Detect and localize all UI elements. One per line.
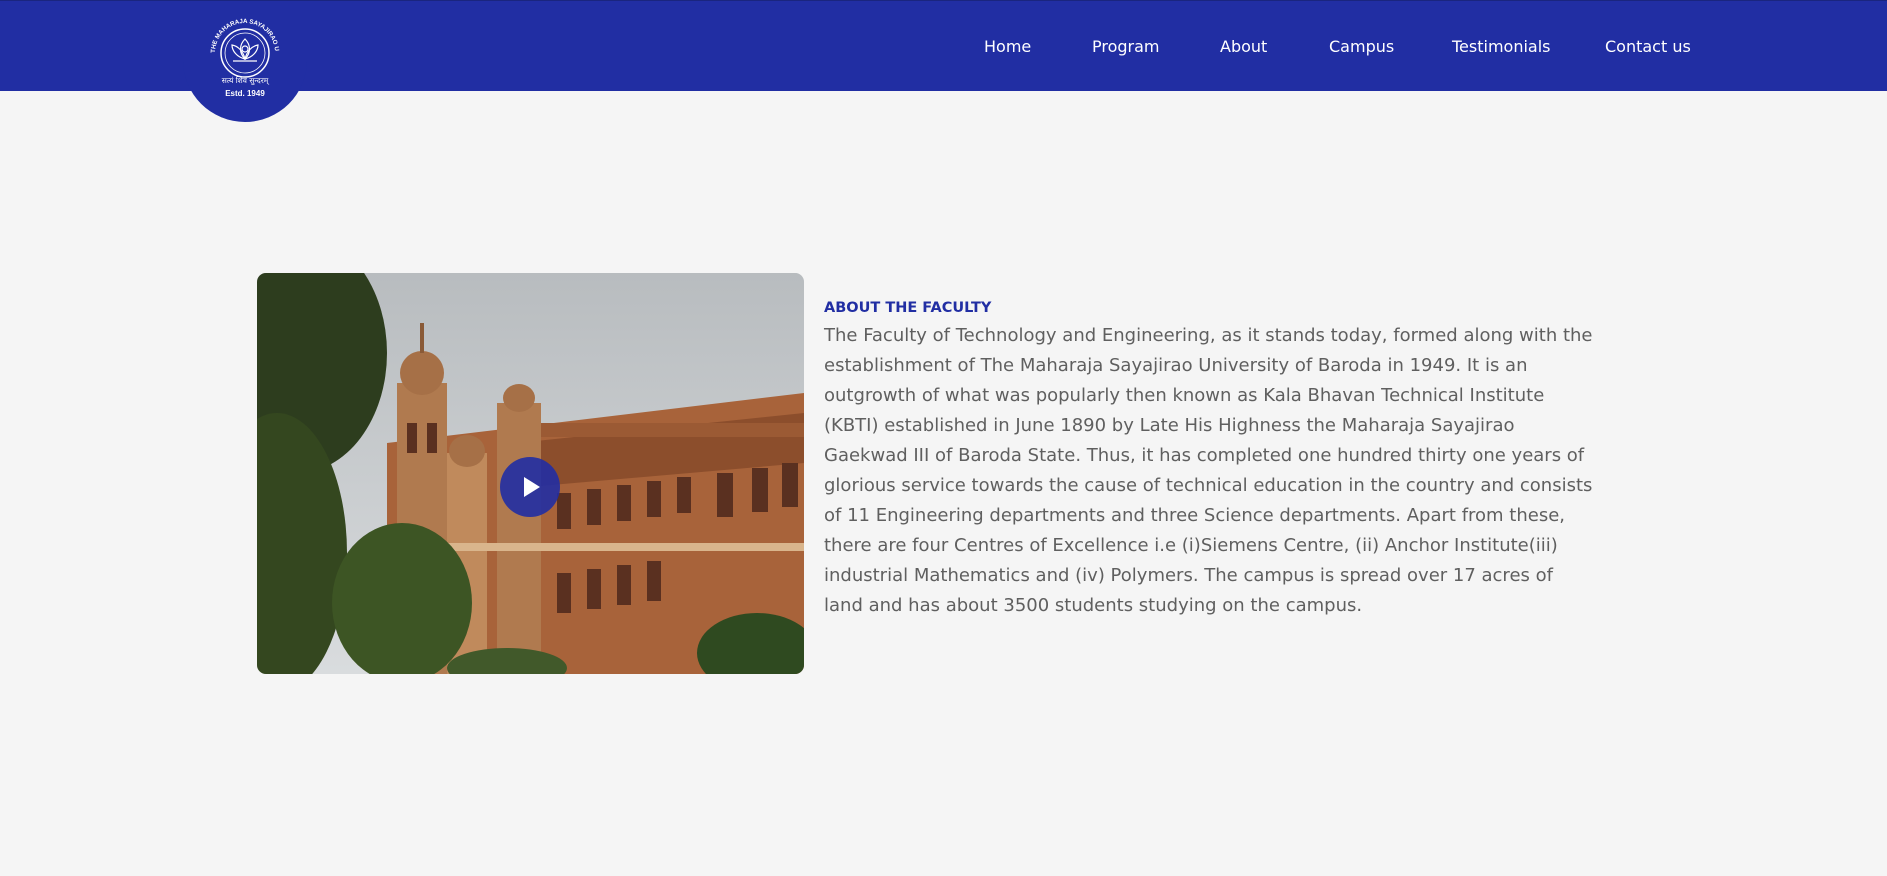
logo-motto: सत्यं शिवं सुन्दरम्	[222, 76, 269, 86]
about-body: The Faculty of Technology and Engineerin…	[824, 325, 1593, 616]
nav-testimonials[interactable]: Testimonials	[1452, 37, 1551, 56]
nav-contact-us[interactable]: Contact us	[1605, 37, 1691, 56]
logo-estd: Estd. 1949	[225, 89, 265, 98]
university-emblem-icon: THE MAHARAJA SAYAJIRAO UNIVERSITY OF BAR…	[203, 9, 280, 86]
campus-video[interactable]	[257, 273, 804, 674]
nav-campus[interactable]: Campus	[1329, 37, 1394, 56]
university-logo[interactable]: THE MAHARAJA SAYAJIRAO UNIVERSITY OF BAR…	[183, 1, 307, 122]
site-header: THE MAHARAJA SAYAJIRAO UNIVERSITY OF BAR…	[0, 0, 1887, 122]
about-kicker: ABOUT THE FACULTY	[824, 300, 992, 316]
play-icon[interactable]	[500, 457, 560, 517]
nav-home[interactable]: Home	[984, 37, 1031, 56]
nav-program[interactable]: Program	[1092, 37, 1160, 56]
nav-about[interactable]: About	[1220, 37, 1267, 56]
